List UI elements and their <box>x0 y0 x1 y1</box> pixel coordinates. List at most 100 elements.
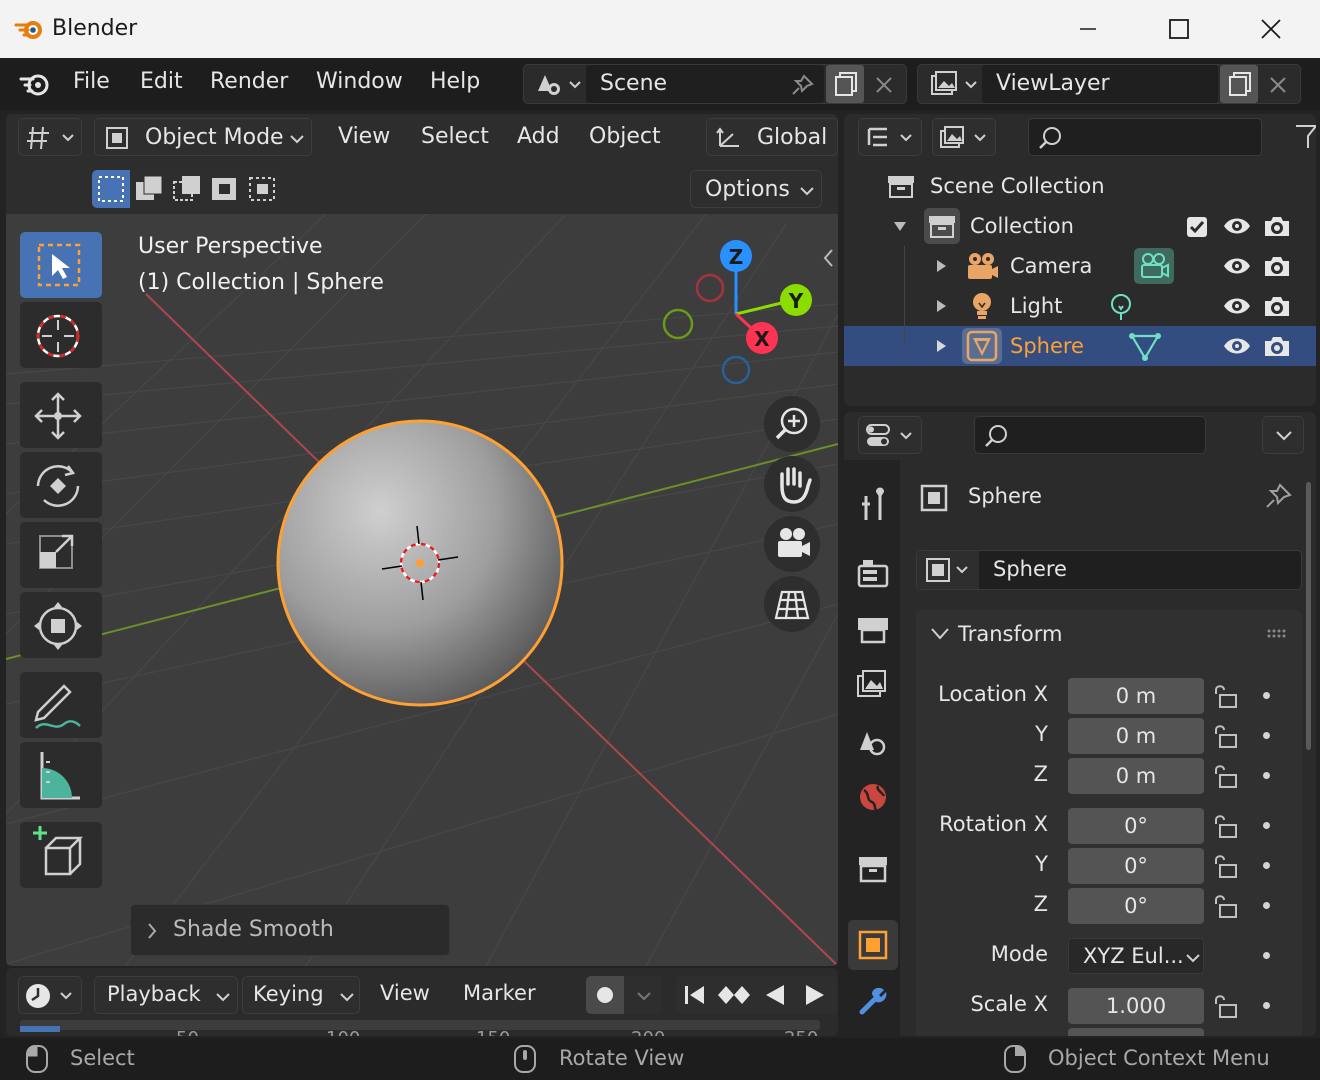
outliner-row-collection[interactable]: Collection <box>844 206 1316 246</box>
visibility-eye-icon[interactable] <box>1222 254 1252 278</box>
jump-keyframe-icon[interactable] <box>714 976 754 1014</box>
3d-viewport[interactable]: Object Mode View Select Add Object Globa… <box>6 114 838 966</box>
outliner-row-sphere[interactable]: Sphere <box>844 326 1316 366</box>
maximize-button[interactable] <box>1134 0 1226 58</box>
view-layer-icon[interactable] <box>926 69 982 99</box>
scene-icon[interactable] <box>532 69 584 99</box>
menu-render[interactable]: Render <box>210 69 288 94</box>
render-camera-icon[interactable] <box>1262 212 1292 240</box>
outliner-editor-type-button[interactable] <box>858 118 922 156</box>
menu-window[interactable]: Window <box>316 69 403 94</box>
rotation-y-field[interactable]: 0° <box>1068 848 1204 884</box>
jump-start-icon[interactable] <box>676 976 714 1014</box>
new-scene-button[interactable] <box>826 65 864 103</box>
tool-rotate[interactable] <box>20 452 102 518</box>
options-dropdown[interactable]: Options <box>690 170 822 208</box>
menu-help[interactable]: Help <box>430 69 480 94</box>
expand-arrow-icon[interactable] <box>934 298 948 314</box>
filter-icon[interactable] <box>1292 122 1316 152</box>
sidebar-toggle-icon[interactable] <box>820 246 836 270</box>
last-operator-panel[interactable]: Shade Smooth <box>130 904 450 956</box>
outliner-row-camera[interactable]: Camera <box>844 246 1316 286</box>
chevron-down-icon[interactable] <box>634 990 654 1002</box>
new-view-layer-button[interactable] <box>1220 65 1258 103</box>
location-z-field[interactable]: 0 m <box>1068 758 1204 794</box>
transform-orientation-selector[interactable]: Global <box>706 118 838 156</box>
keyframe-dot[interactable] <box>1263 822 1270 829</box>
select-subtract-button[interactable] <box>168 170 206 208</box>
tool-measure[interactable] <box>20 742 102 808</box>
keyframe-dot[interactable] <box>1263 952 1270 959</box>
display-mode-button[interactable] <box>932 118 996 156</box>
lock-icon[interactable] <box>1210 814 1240 840</box>
keyframe-dot[interactable] <box>1263 692 1270 699</box>
tab-tool[interactable] <box>848 480 898 530</box>
timeline-editor-type-button[interactable] <box>18 976 82 1014</box>
select-invert-button[interactable] <box>206 170 244 208</box>
scale-y-field[interactable] <box>1068 1028 1204 1036</box>
keyframe-dot[interactable] <box>1263 862 1270 869</box>
tab-render[interactable] <box>848 548 898 598</box>
properties-editor-type-button[interactable] <box>858 416 922 454</box>
drag-handle-icon[interactable] <box>1266 628 1290 640</box>
render-camera-icon[interactable] <box>1262 332 1292 360</box>
rotation-x-field[interactable]: 0° <box>1068 808 1204 844</box>
blender-menu-icon[interactable] <box>18 70 54 98</box>
lock-icon[interactable] <box>1210 854 1240 880</box>
visibility-eye-icon[interactable] <box>1222 214 1252 238</box>
rotation-mode-dropdown[interactable]: XYZ Eul... <box>1068 938 1204 974</box>
close-button[interactable] <box>1226 0 1318 58</box>
timeline-menu-view[interactable]: View <box>380 981 430 1005</box>
zoom-button[interactable] <box>764 396 820 452</box>
exclude-checkbox[interactable] <box>1186 216 1208 238</box>
visibility-eye-icon[interactable] <box>1222 334 1252 358</box>
pin-icon[interactable] <box>790 73 816 97</box>
tool-add-cube[interactable] <box>20 822 102 888</box>
collapse-arrow-icon[interactable] <box>892 218 908 234</box>
mode-selector[interactable]: Object Mode <box>94 118 312 156</box>
rotation-z-field[interactable]: 0° <box>1068 888 1204 924</box>
lock-icon[interactable] <box>1210 764 1240 790</box>
keyframe-dot[interactable] <box>1263 902 1270 909</box>
current-frame-indicator[interactable] <box>20 1026 60 1032</box>
timeline-menu-marker[interactable]: Marker <box>463 981 536 1005</box>
scale-x-field[interactable]: 1.000 <box>1068 988 1204 1024</box>
lock-icon[interactable] <box>1210 724 1240 750</box>
delete-scene-icon[interactable] <box>872 73 896 97</box>
render-camera-icon[interactable] <box>1262 252 1292 280</box>
location-x-field[interactable]: 0 m <box>1068 678 1204 714</box>
delete-view-layer-icon[interactable] <box>1266 73 1290 97</box>
viewport-menu-add[interactable]: Add <box>517 124 560 149</box>
tool-annotate[interactable] <box>20 672 102 738</box>
object-browse-button[interactable] <box>917 551 979 589</box>
pan-button[interactable] <box>764 456 820 512</box>
viewport-menu-view[interactable]: View <box>338 124 390 149</box>
navigation-gizmo[interactable]: Z Y X <box>656 238 826 388</box>
camera-data-button[interactable] <box>1134 248 1174 284</box>
properties-options-button[interactable] <box>1262 416 1304 454</box>
select-new-button[interactable] <box>92 170 130 208</box>
tool-select-box[interactable] <box>20 232 102 298</box>
tab-output[interactable] <box>848 604 898 654</box>
tool-scale[interactable] <box>20 522 102 588</box>
keyframe-dot[interactable] <box>1263 772 1270 779</box>
auto-keying-button[interactable] <box>586 976 624 1014</box>
menu-file[interactable]: File <box>73 69 110 94</box>
light-data-icon[interactable] <box>1106 292 1136 322</box>
camera-view-button[interactable] <box>764 516 820 572</box>
location-y-field[interactable]: 0 m <box>1068 718 1204 754</box>
scene-name[interactable]: Scene <box>600 71 667 96</box>
lock-icon[interactable] <box>1210 894 1240 920</box>
select-extend-button[interactable] <box>130 170 168 208</box>
outliner-row-light[interactable]: Light <box>844 286 1316 326</box>
menu-edit[interactable]: Edit <box>140 69 183 94</box>
perspective-toggle-button[interactable] <box>764 576 820 632</box>
object-datablock-field[interactable]: Sphere <box>916 550 1302 590</box>
keyframe-dot[interactable] <box>1263 732 1270 739</box>
keyframe-dot[interactable] <box>1263 1002 1270 1009</box>
visibility-eye-icon[interactable] <box>1222 294 1252 318</box>
playback-menu[interactable]: Playback <box>94 976 238 1014</box>
lock-icon[interactable] <box>1210 994 1240 1020</box>
properties-scrollbar[interactable] <box>1306 482 1311 750</box>
outliner-row-scene-collection[interactable]: Scene Collection <box>844 166 1316 206</box>
